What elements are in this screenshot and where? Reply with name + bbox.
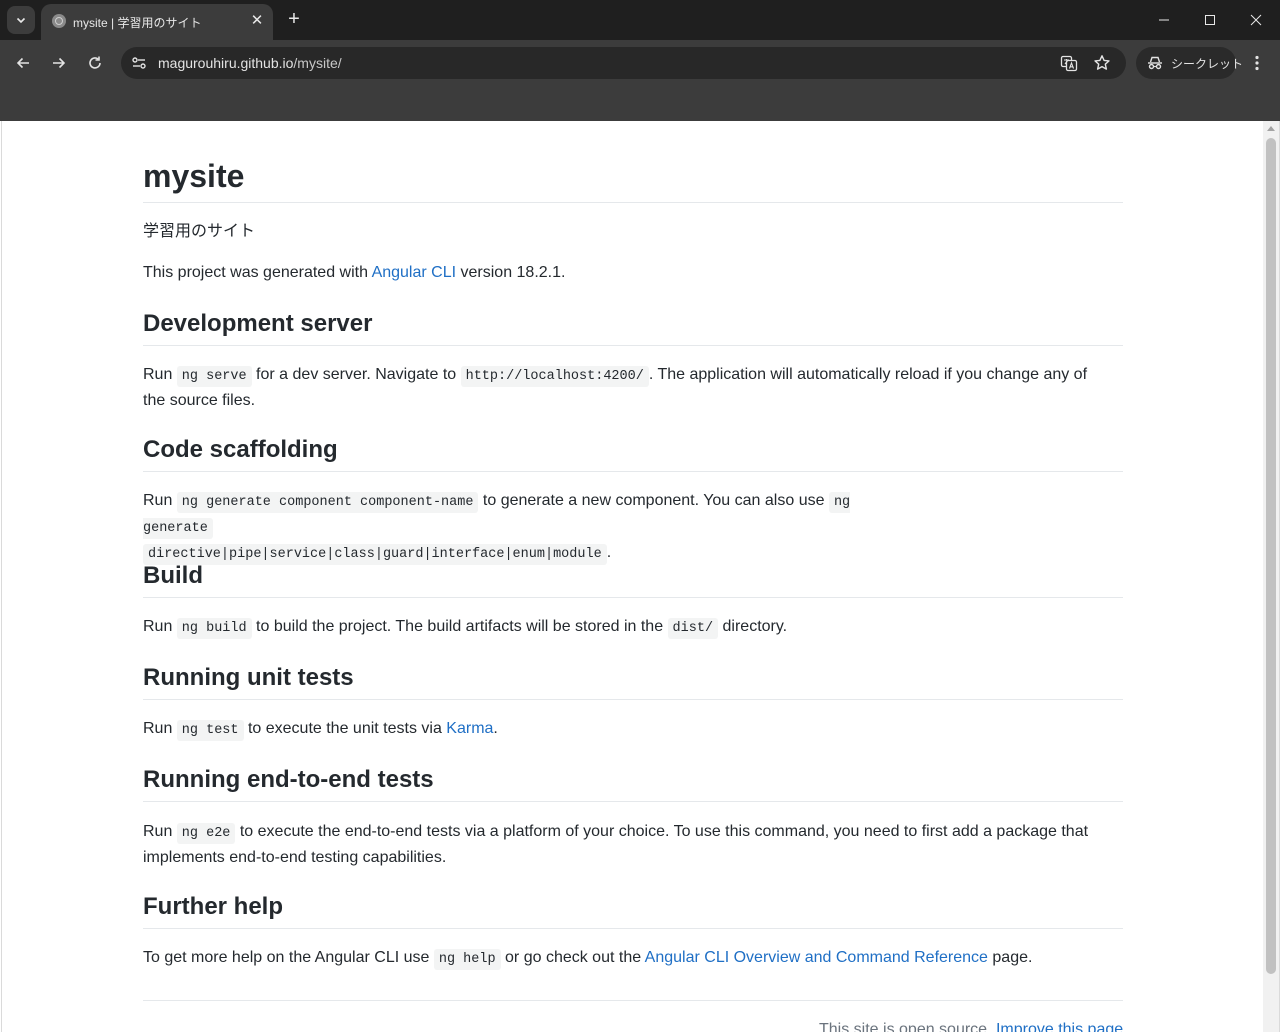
page-subtitle: 学習用のサイト [143,223,256,240]
reload-button[interactable] [82,50,108,76]
footer-divider [143,1000,1123,1001]
e2e-paragraph: Run ng e2e to execute the end-to-end tes… [143,820,1113,870]
arrow-right-icon [53,57,66,69]
reload-icon [89,56,101,69]
browser-menu-button[interactable] [1246,50,1268,76]
code-ng-help: ng help [433,949,501,970]
text: Run [143,618,177,635]
scroll-up-arrow-icon[interactable] [1267,126,1275,131]
site-footer: This site is open source. Improve this p… [819,1018,1123,1032]
build-paragraph: Run ng build to build the project. The b… [143,615,1113,641]
close-icon [1250,14,1262,26]
translate-icon[interactable] [1060,54,1078,72]
new-tab-button[interactable]: + [283,8,305,30]
globe-icon [52,14,66,28]
scrollbar-thumb[interactable] [1266,138,1276,974]
divider [143,801,1123,802]
divider [143,471,1123,472]
text: Run [143,492,177,509]
divider [143,699,1123,700]
text: . [606,544,612,561]
browser-chrome: mysite | 学習用のサイト ✕ + magurouhiru.github.… [0,0,1280,121]
help-paragraph: To get more help on the Angular CLI use … [143,946,1113,972]
vertical-scrollbar[interactable] [1263,121,1279,1032]
text: To get more help on the Angular CLI use [143,949,434,966]
heading-code-scaffolding: Code scaffolding [143,436,338,463]
arrow-left-icon [16,57,29,69]
incognito-icon [1148,56,1162,70]
tab-active[interactable]: mysite | 学習用のサイト ✕ [41,4,273,40]
text: . [493,720,498,737]
code-ng-serve: ng serve [176,366,252,387]
divider [143,345,1123,346]
text: for a dev server. Navigate to [251,366,461,383]
close-icon[interactable]: ✕ [247,11,267,31]
text: to generate a new component. You can als… [478,492,829,509]
page-viewport: mysite 学習用のサイト This project was generate… [1,121,1263,1032]
text: Run [143,366,177,383]
heading-build: Build [143,562,203,589]
url-path: /mysite/ [293,55,342,71]
text: page. [987,949,1033,966]
tab-title: mysite | 学習用のサイト [73,16,202,30]
heading-development-server: Development server [143,310,373,337]
text: to build the project. The build artifact… [251,618,668,635]
incognito-badge[interactable]: シークレット [1136,47,1243,79]
text: directory. [718,618,788,635]
code-ng-build: ng build [176,618,252,639]
tab-search-button[interactable] [7,6,35,34]
heading-further-help: Further help [143,893,284,920]
scaffolding-paragraph: Run ng generate component component-name… [143,489,903,567]
text: Run [143,720,177,737]
text: or go check out the [500,949,645,966]
angular-cli-link[interactable]: Angular CLI [372,264,457,281]
text: to execute the unit tests via [243,720,447,737]
intro-text-end: version 18.2.1. [456,264,566,281]
dev-server-paragraph: Run ng serve for a dev server. Navigate … [143,363,1113,413]
angular-cli-reference-link[interactable]: Angular CLI Overview and Command Referen… [645,949,988,966]
heading-running-unit-tests: Running unit tests [143,664,354,691]
divider [143,928,1123,929]
star-icon[interactable] [1093,54,1111,72]
intro-text: This project was generated with [143,264,372,281]
incognito-label: シークレット [1171,57,1244,71]
code-dist: dist/ [667,618,719,639]
maximize-icon [1205,15,1215,25]
divider [143,202,1123,203]
divider [143,597,1123,598]
code-ng-generate-component: ng generate component component-name [176,492,479,513]
unit-tests-paragraph: Run ng test to execute the unit tests vi… [143,717,1113,743]
forward-button[interactable] [46,50,72,76]
code-localhost-url: http://localhost:4200/ [460,366,649,387]
text: Run [143,823,177,840]
url-host: magurouhiru.github.io [158,55,294,71]
code-ng-test: ng test [176,720,244,741]
karma-link[interactable]: Karma [446,720,493,737]
minimize-icon [1159,19,1169,21]
address-bar[interactable]: magurouhiru.github.io/mysite/ [121,47,1126,79]
footer-text: This site is open source. [819,1021,996,1032]
chevron-down-icon [16,17,26,24]
toolbar: magurouhiru.github.io/mysite/ シークレット [0,40,1280,86]
more-vert-icon [1255,55,1259,71]
page-title: mysite [143,158,245,194]
minimize-button[interactable] [1141,0,1187,40]
site-info-icon[interactable] [130,54,148,72]
improve-page-link[interactable]: Improve this page [996,1021,1123,1032]
maximize-button[interactable] [1187,0,1233,40]
close-window-button[interactable] [1233,0,1279,40]
code-generate-types: directive|pipe|service|class|guard|inter… [143,544,607,565]
code-ng-e2e: ng e2e [176,823,236,844]
url-text[interactable]: magurouhiru.github.io/mysite/ [158,55,342,71]
intro-paragraph: This project was generated with Angular … [143,261,1113,285]
tab-strip: mysite | 学習用のサイト ✕ + [0,0,1280,40]
back-button[interactable] [10,50,36,76]
heading-running-e2e-tests: Running end-to-end tests [143,766,434,793]
text: to execute the end-to-end tests via a pl… [143,823,1089,866]
